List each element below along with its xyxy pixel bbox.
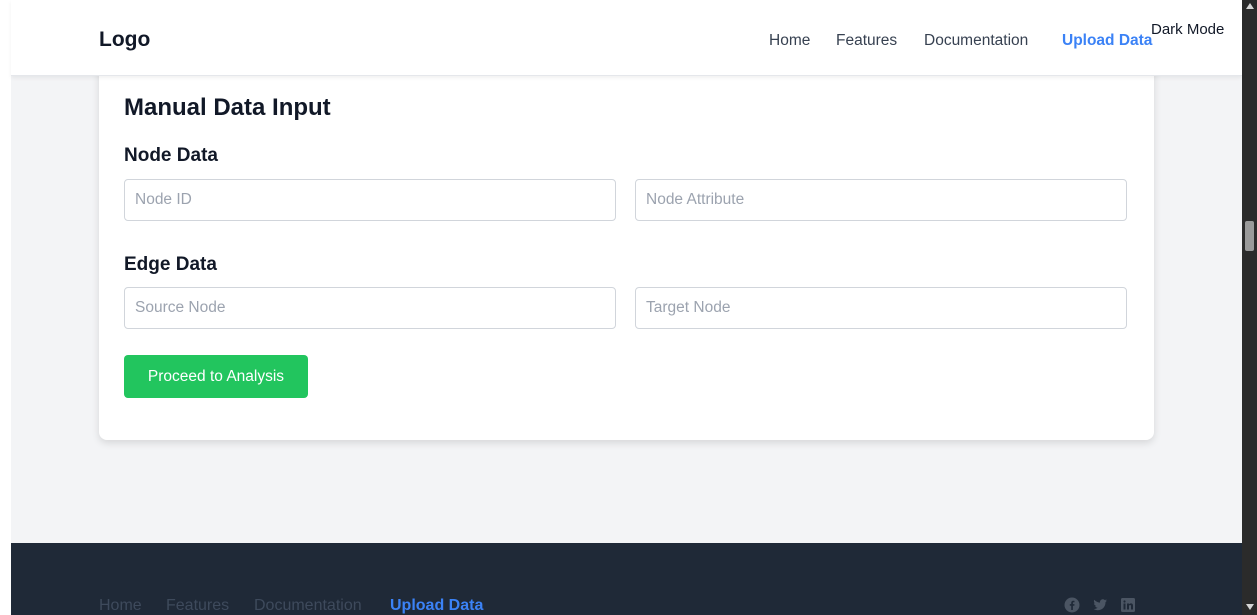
- scroll-down-arrow-icon[interactable]: [1246, 604, 1254, 610]
- node-id-input[interactable]: [124, 179, 616, 221]
- target-node-input[interactable]: [635, 287, 1127, 329]
- site-header: Logo Home Features Documentation Upload …: [11, 0, 1242, 76]
- footer-nav-documentation[interactable]: Documentation: [254, 597, 362, 615]
- footer-nav-upload-data[interactable]: Upload Data: [390, 597, 483, 615]
- dark-mode-toggle[interactable]: Dark Mode: [1151, 21, 1224, 38]
- nav-documentation[interactable]: Documentation: [924, 32, 1028, 50]
- proceed-to-analysis-button[interactable]: Proceed to Analysis: [124, 355, 308, 398]
- nav-home[interactable]: Home: [769, 32, 810, 50]
- footer-nav-home[interactable]: Home: [99, 597, 142, 615]
- manual-data-card: Manual Data Input Node Data Edge Data Pr…: [99, 60, 1154, 440]
- card-title: Manual Data Input: [124, 94, 331, 121]
- facebook-icon[interactable]: [1064, 597, 1080, 613]
- node-attribute-input[interactable]: [635, 179, 1127, 221]
- scroll-thumb[interactable]: [1245, 221, 1254, 251]
- source-node-input[interactable]: [124, 287, 616, 329]
- nav-upload-data[interactable]: Upload Data: [1062, 32, 1152, 50]
- twitter-icon[interactable]: [1092, 597, 1108, 613]
- logo[interactable]: Logo: [99, 28, 150, 52]
- footer-nav-features[interactable]: Features: [166, 597, 229, 615]
- linkedin-icon[interactable]: [1120, 597, 1136, 613]
- left-edge: [0, 0, 11, 615]
- scroll-up-arrow-icon[interactable]: [1246, 3, 1254, 9]
- node-data-heading: Node Data: [124, 145, 218, 166]
- scrollbar[interactable]: [1242, 0, 1257, 615]
- edge-data-heading: Edge Data: [124, 254, 217, 275]
- nav-features[interactable]: Features: [836, 32, 897, 50]
